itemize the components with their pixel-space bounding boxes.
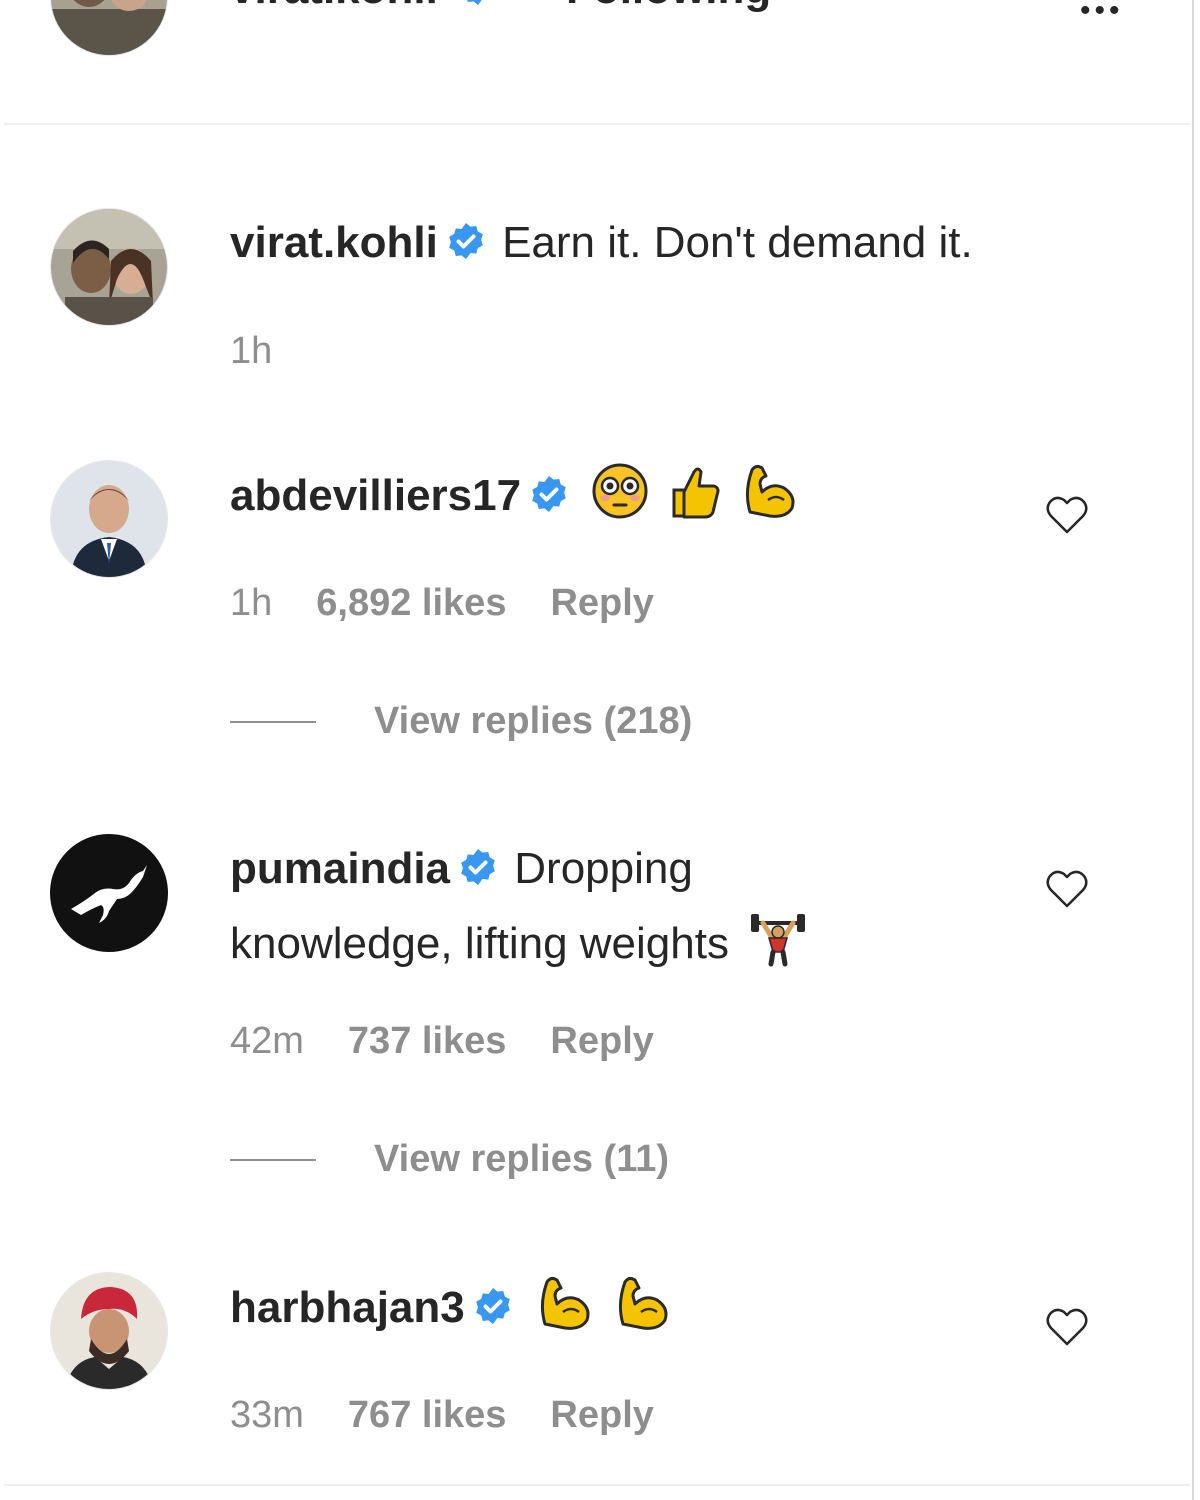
caption-text: Earn it. Don't demand it. [502,218,973,267]
comment-username[interactable]: pumaindia [230,844,450,893]
header-avatar[interactable] [50,0,168,56]
avatar-photo-icon [51,1273,167,1389]
comment-text-line2: knowledge, lifting weights [230,919,729,968]
caption-username[interactable]: virat.kohli [230,218,438,267]
flexed-biceps-icon [535,1274,595,1351]
comment-likes[interactable]: 767 likes [348,1394,506,1437]
like-heart-icon[interactable] [1044,866,1090,912]
verified-badge-icon [529,467,569,533]
weight-lifter-icon [747,906,809,987]
comment-meta: 33m 767 likes Reply [230,1394,654,1437]
flushed-face-icon [591,462,649,539]
view-replies-button[interactable]: View replies (11) [230,1138,669,1181]
replies-line-divider [230,720,316,723]
more-options-icon[interactable]: ••• [1080,0,1124,28]
comment-text-block: abdevilliers17 [230,462,1030,539]
bottom-divider [4,1484,1190,1486]
comment-avatar-abdevilliers17[interactable] [50,460,168,578]
verified-badge-icon [458,840,498,906]
replies-line-divider [230,1158,316,1161]
scrollbar-track[interactable] [1192,0,1194,1500]
comment-text-block: pumaindia Dropping knowledge, lifting we… [230,836,930,987]
reply-button[interactable]: Reply [550,1394,653,1437]
comment-avatar-pumaindia[interactable] [50,834,168,952]
comment-text-line1: Dropping [514,844,693,893]
like-heart-icon[interactable] [1044,492,1090,538]
caption-time[interactable]: 1h [230,330,272,373]
thumbs-up-icon [668,464,722,539]
flexed-biceps-icon [740,462,800,539]
comment-time[interactable]: 42m [230,1020,304,1063]
reply-button[interactable]: Reply [550,1020,653,1063]
avatar-photo-icon [51,461,167,577]
follow-status-button[interactable]: Following [566,0,771,13]
avatar-photo-icon [51,209,167,325]
view-replies-button[interactable]: View replies (218) [230,700,692,743]
comment-time[interactable]: 1h [230,582,272,625]
avatar-photo-icon [51,0,167,55]
view-replies-label: View replies (11) [374,1138,670,1180]
flexed-biceps-icon [613,1274,673,1351]
header-username[interactable]: virat.kohli [230,0,438,13]
comment-likes[interactable]: 6,892 likes [316,582,506,625]
verified-badge-icon [473,1279,513,1345]
comment-username[interactable]: abdevilliers17 [230,471,521,520]
like-heart-icon[interactable] [1044,1304,1090,1350]
comment-likes[interactable]: 737 likes [348,1020,506,1063]
comment-meta: 42m 737 likes Reply [230,1020,654,1063]
comment-username[interactable]: harbhajan3 [230,1283,465,1332]
comment-meta: 1h 6,892 likes Reply [230,582,654,625]
comment-text-block: harbhajan3 [230,1274,1030,1351]
puma-logo-icon [51,835,167,951]
view-replies-label: View replies (218) [374,700,693,742]
verified-badge-icon [458,0,498,18]
comment-avatar-harbhajan3[interactable] [50,1272,168,1390]
caption-avatar[interactable] [50,208,168,326]
reply-button[interactable]: Reply [550,582,653,625]
header-divider [4,123,1190,125]
header-separator: • [526,0,541,13]
verified-badge-icon [446,214,486,280]
comment-time[interactable]: 33m [230,1394,304,1437]
caption-meta: 1h [230,330,272,373]
caption-text-block: virat.kohli Earn it. Don't demand it. [230,210,1130,280]
header-user-row: virat.kohli • Following [230,0,771,18]
